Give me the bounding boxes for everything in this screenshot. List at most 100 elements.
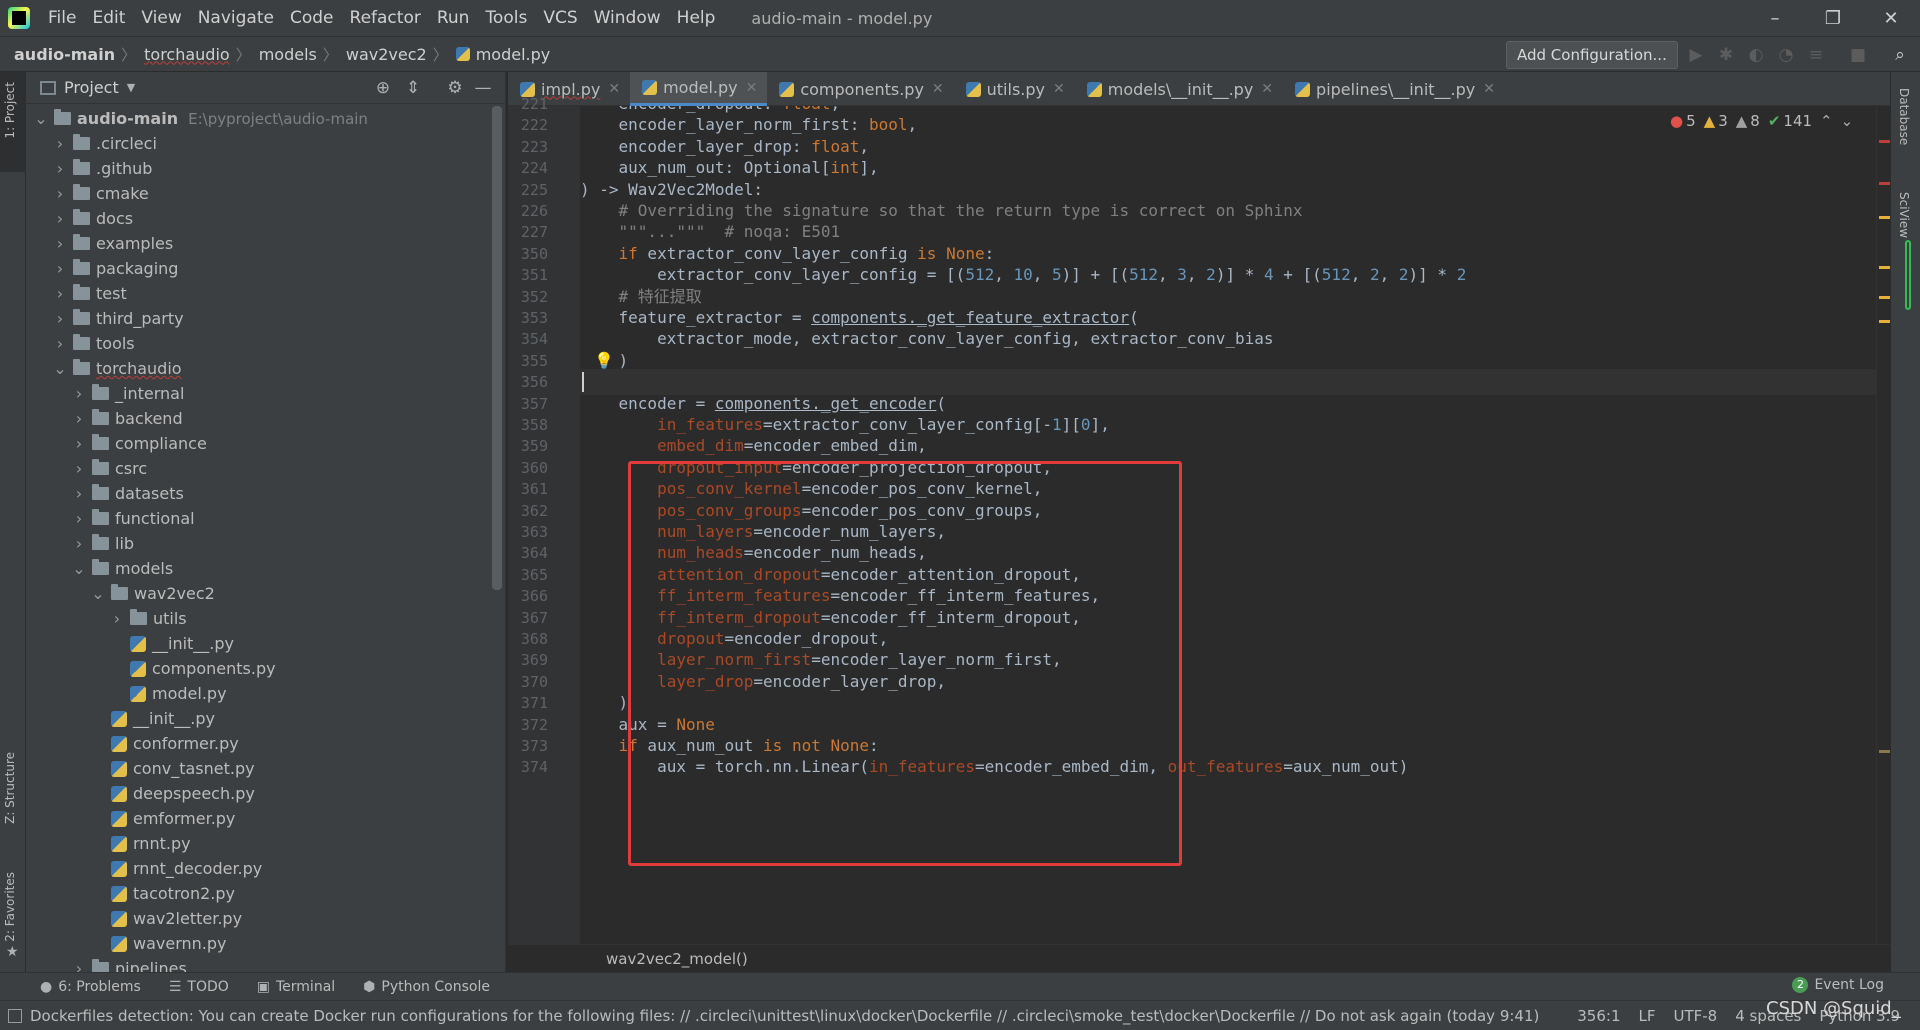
- project-tool-tab[interactable]: 1: Project: [3, 82, 17, 139]
- breadcrumb-item[interactable]: torchaudio: [138, 45, 234, 64]
- tree-folder[interactable]: › tools: [26, 331, 496, 356]
- tree-folder[interactable]: › .circleci: [26, 131, 496, 156]
- tree-file[interactable]: __init__.py: [26, 631, 496, 656]
- search-icon[interactable]: ⌕: [1890, 45, 1910, 65]
- menu-item-code[interactable]: Code: [282, 0, 342, 36]
- line-separator[interactable]: LF: [1639, 1007, 1656, 1025]
- menu-item-help[interactable]: Help: [669, 0, 724, 36]
- tree-folder[interactable]: › packaging: [26, 256, 496, 281]
- concurrency-icon[interactable]: ≡: [1806, 45, 1826, 65]
- tree-folder[interactable]: › utils: [26, 606, 496, 631]
- stop-icon[interactable]: ■: [1848, 45, 1868, 65]
- editor-tab[interactable]: pipelines\__init__.py ✕: [1283, 72, 1505, 106]
- chevron-right-icon[interactable]: ›: [53, 259, 67, 278]
- editor-tab[interactable]: model.py ✕: [630, 72, 768, 106]
- tree-folder[interactable]: ⌄ wav2vec2: [26, 581, 496, 606]
- code-line[interactable]: aux = torch.nn.Linear(in_features=encode…: [580, 754, 1890, 780]
- tree-folder[interactable]: › lib: [26, 531, 496, 556]
- close-tab-icon[interactable]: ✕: [1483, 81, 1495, 97]
- tree-folder[interactable]: › examples: [26, 231, 496, 256]
- close-tab-icon[interactable]: ✕: [608, 81, 620, 97]
- favorites-tool-tab[interactable]: 2: Favorites: [3, 872, 17, 942]
- chevron-right-icon[interactable]: ›: [53, 134, 67, 153]
- tree-folder[interactable]: › docs: [26, 206, 496, 231]
- event-log-button[interactable]: 2 Event Log: [1792, 977, 1884, 993]
- chevron-right-icon[interactable]: ›: [72, 409, 86, 428]
- menu-item-run[interactable]: Run: [429, 0, 478, 36]
- tree-file[interactable]: tacotron2.py: [26, 881, 496, 906]
- status-message[interactable]: Dockerfiles detection: You can create Do…: [30, 1007, 1539, 1025]
- gear-icon[interactable]: ⚙: [444, 78, 466, 98]
- collapse-all-icon[interactable]: ⇕: [402, 78, 424, 98]
- profile-icon[interactable]: ◔: [1776, 45, 1796, 65]
- chevron-right-icon[interactable]: ›: [53, 284, 67, 303]
- tree-folder[interactable]: ⌄ models: [26, 556, 496, 581]
- chevron-right-icon[interactable]: ›: [53, 334, 67, 353]
- tree-folder[interactable]: ⌄ torchaudio: [26, 356, 496, 381]
- tree-file[interactable]: components.py: [26, 656, 496, 681]
- breadcrumb-item[interactable]: model.py: [450, 45, 555, 64]
- caret-position[interactable]: 356:1: [1577, 1007, 1620, 1025]
- tool-window-terminal[interactable]: ▣ Terminal: [257, 979, 335, 995]
- coverage-icon[interactable]: ◐: [1746, 45, 1766, 65]
- menu-item-navigate[interactable]: Navigate: [190, 0, 282, 36]
- menu-item-view[interactable]: View: [133, 0, 189, 36]
- tree-folder[interactable]: › csrc: [26, 456, 496, 481]
- chevron-right-icon[interactable]: ›: [72, 434, 86, 453]
- restore-icon[interactable]: ❐: [1804, 0, 1862, 36]
- run-icon[interactable]: ▶: [1686, 45, 1706, 65]
- chevron-right-icon[interactable]: ›: [72, 384, 86, 403]
- locate-icon[interactable]: ⊕: [372, 78, 394, 98]
- editor-tab[interactable]: components.py ✕: [767, 72, 953, 106]
- sciview-tool-tab[interactable]: SciView: [1897, 192, 1911, 238]
- breadcrumb-item[interactable]: models: [253, 45, 321, 64]
- previous-highlight-icon[interactable]: ⌃: [1820, 112, 1833, 130]
- tree-folder[interactable]: › third_party: [26, 306, 496, 331]
- tree-file[interactable]: conformer.py: [26, 731, 496, 756]
- editor-tab[interactable]: utils.py ✕: [954, 72, 1075, 106]
- inspection-widget[interactable]: ● 5 ▲ 3 ▲ 8 ✔ 141 ⌃ ⌄: [1670, 112, 1862, 130]
- close-tab-icon[interactable]: ✕: [1053, 81, 1065, 97]
- tree-folder[interactable]: ⌄ audio-main E:\pyproject\audio-main: [26, 106, 496, 131]
- tree-scrollbar[interactable]: [492, 106, 502, 590]
- close-tab-icon[interactable]: ✕: [746, 80, 758, 96]
- structure-tool-tab[interactable]: Z: Structure: [3, 752, 17, 824]
- close-tab-icon[interactable]: ✕: [932, 81, 944, 97]
- chevron-right-icon[interactable]: ›: [110, 609, 124, 628]
- chevron-right-icon[interactable]: ›: [53, 159, 67, 178]
- next-highlight-icon[interactable]: ⌄: [1841, 112, 1854, 130]
- chevron-right-icon[interactable]: ›: [53, 234, 67, 253]
- tree-folder[interactable]: › datasets: [26, 481, 496, 506]
- chevron-down-icon[interactable]: ▼: [127, 81, 135, 94]
- chevron-down-icon[interactable]: ⌄: [34, 109, 48, 128]
- chevron-down-icon[interactable]: ⌄: [72, 559, 86, 578]
- debug-icon[interactable]: ✱: [1716, 45, 1736, 65]
- editor-tab[interactable]: models\__init__.py ✕: [1075, 72, 1283, 106]
- menu-item-tools[interactable]: Tools: [477, 0, 535, 36]
- tree-folder[interactable]: › backend: [26, 406, 496, 431]
- chevron-right-icon[interactable]: ›: [53, 209, 67, 228]
- add-configuration-button[interactable]: Add Configuration...: [1506, 41, 1678, 69]
- hide-icon[interactable]: —: [472, 78, 494, 98]
- tree-file[interactable]: deepspeech.py: [26, 781, 496, 806]
- chevron-right-icon[interactable]: ›: [72, 459, 86, 478]
- chevron-down-icon[interactable]: ⌄: [53, 359, 67, 378]
- menu-item-window[interactable]: Window: [586, 0, 669, 36]
- chevron-down-icon[interactable]: ⌄: [91, 584, 105, 603]
- close-icon[interactable]: ✕: [1862, 0, 1920, 36]
- code-editor[interactable]: encoder_dropout: float, encoder_layer_no…: [580, 106, 1890, 944]
- status-toggle-icon[interactable]: [8, 1008, 22, 1023]
- tree-file[interactable]: model.py: [26, 681, 496, 706]
- menu-item-vcs[interactable]: VCS: [535, 0, 585, 36]
- chevron-right-icon[interactable]: ›: [72, 509, 86, 528]
- tree-file[interactable]: rnnt_decoder.py: [26, 856, 496, 881]
- tree-folder[interactable]: › compliance: [26, 431, 496, 456]
- tool-window-todo[interactable]: ☰ TODO: [169, 979, 229, 995]
- project-view-selector[interactable]: Project: [64, 78, 119, 97]
- database-tool-tab[interactable]: Database: [1897, 88, 1911, 145]
- error-stripe[interactable]: [1876, 106, 1891, 944]
- minimize-icon[interactable]: –: [1746, 0, 1804, 36]
- tree-folder[interactable]: › functional: [26, 506, 496, 531]
- chevron-right-icon[interactable]: ›: [53, 309, 67, 328]
- breadcrumb-item[interactable]: wav2vec2: [340, 45, 431, 64]
